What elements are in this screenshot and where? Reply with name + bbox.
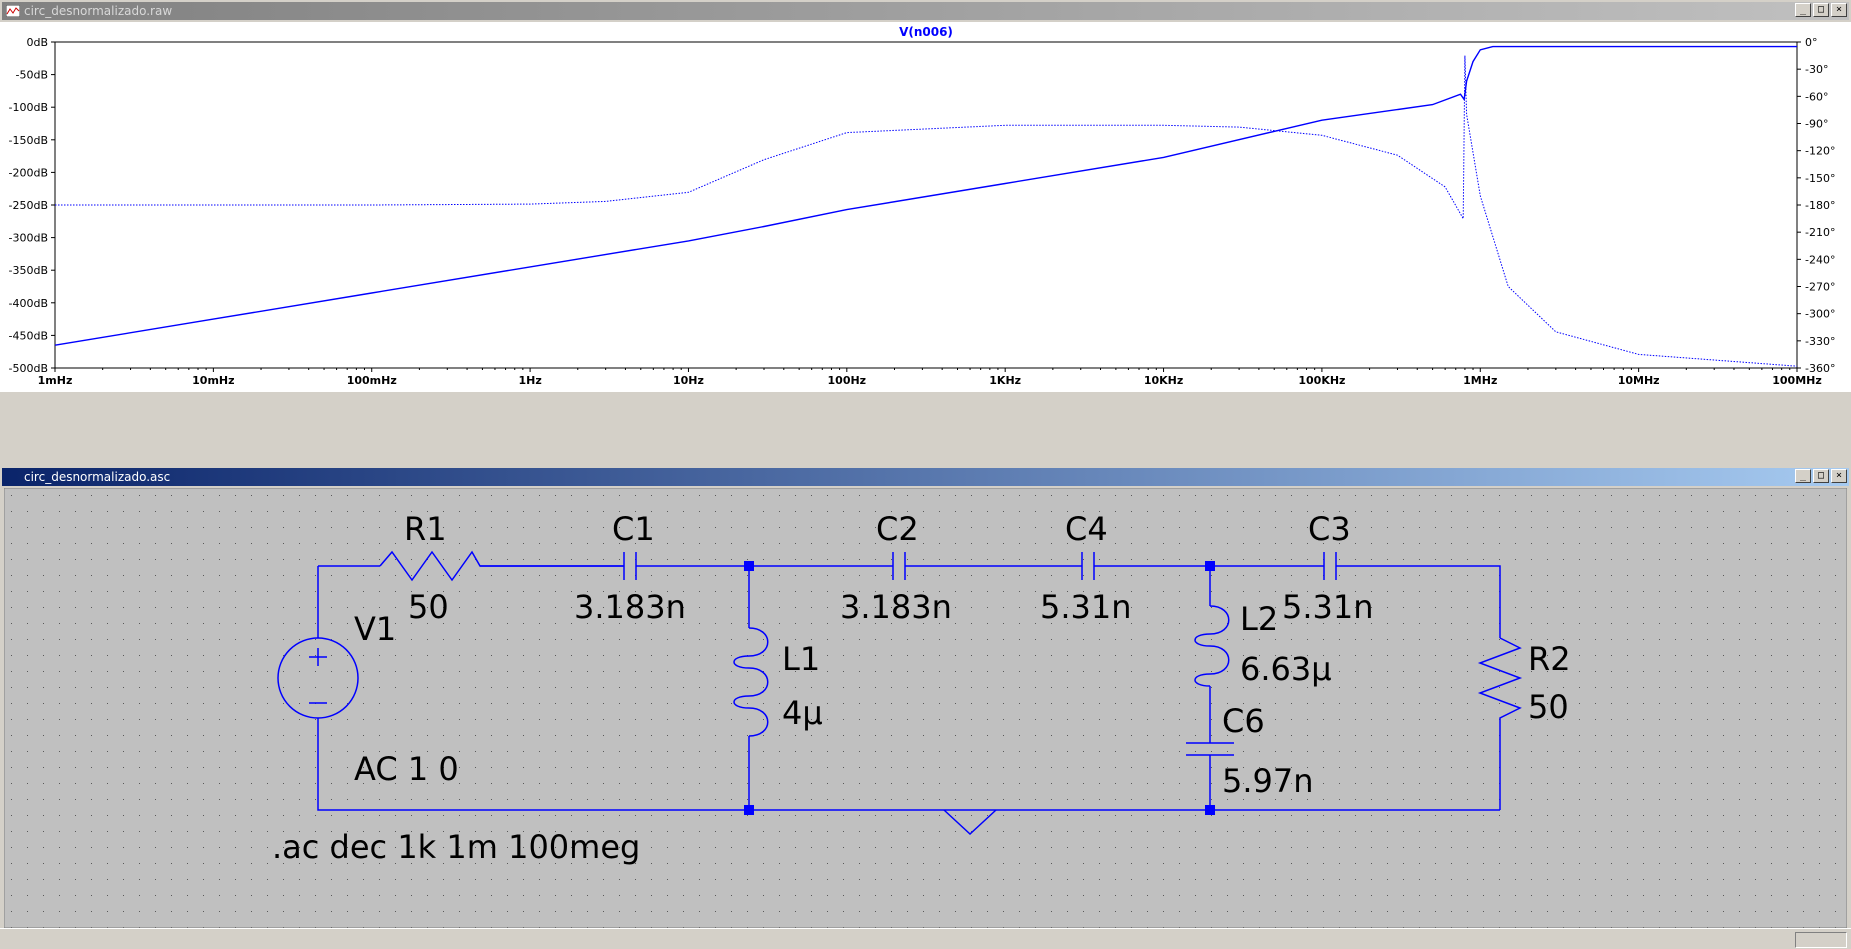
trace-label[interactable]: V(n006) bbox=[899, 25, 953, 39]
spice-directive[interactable]: .ac dec 1k 1m 100meg bbox=[272, 828, 640, 866]
y-right-tick-label: 0° bbox=[1805, 36, 1818, 49]
y-left-tick-label: -100dB bbox=[9, 101, 49, 114]
v1-value[interactable]: AC 1 0 bbox=[354, 750, 459, 788]
c1-label[interactable]: C1 bbox=[612, 510, 655, 548]
y-left-tick-label: 0dB bbox=[26, 36, 48, 49]
waveform-window-title: circ_desnormalizado.raw bbox=[24, 4, 173, 18]
x-tick-label: 10KHz bbox=[1144, 374, 1183, 387]
y-left-tick-label: -400dB bbox=[9, 297, 49, 310]
waveform-window: circ_desnormalizado.raw _ □ × V(n006) 0d… bbox=[0, 0, 1851, 392]
c3-value[interactable]: 5.31n bbox=[1282, 588, 1374, 626]
y-right-tick-label: -120° bbox=[1805, 145, 1835, 158]
status-panel bbox=[1795, 932, 1847, 948]
r2-label[interactable]: R2 bbox=[1528, 640, 1571, 678]
minimize-button[interactable]: _ bbox=[1795, 3, 1811, 17]
y-left-tick-label: -250dB bbox=[9, 199, 49, 212]
c3-label[interactable]: C3 bbox=[1308, 510, 1351, 548]
close-button[interactable]: × bbox=[1831, 469, 1847, 483]
x-tick-label: 1Hz bbox=[518, 374, 541, 387]
y-right-tick-label: -30° bbox=[1805, 63, 1828, 76]
waveform-titlebar[interactable]: circ_desnormalizado.raw _ □ × bbox=[2, 2, 1849, 20]
y-right-tick-label: -210° bbox=[1805, 226, 1835, 239]
junction-dot bbox=[1205, 561, 1215, 571]
y-left-tick-label: -50dB bbox=[16, 69, 49, 82]
y-right-tick-label: -300° bbox=[1805, 308, 1835, 321]
y-right-tick-label: -180° bbox=[1805, 199, 1835, 212]
x-tick-label: 10MHz bbox=[1618, 374, 1660, 387]
c6-value[interactable]: 5.97n bbox=[1222, 762, 1314, 800]
c2-label[interactable]: C2 bbox=[876, 510, 919, 548]
x-tick-label: 100Hz bbox=[828, 374, 867, 387]
l2-label[interactable]: L2 bbox=[1240, 600, 1278, 638]
status-bar bbox=[0, 928, 1851, 949]
x-tick-label: 100mHz bbox=[347, 374, 397, 387]
y-right-tick-label: -60° bbox=[1805, 90, 1828, 103]
minimize-button[interactable]: _ bbox=[1795, 469, 1811, 483]
x-tick-label: 100MHz bbox=[1772, 374, 1822, 387]
v1-label[interactable]: V1 bbox=[354, 610, 396, 648]
c6-label[interactable]: C6 bbox=[1222, 702, 1265, 740]
c4-label[interactable]: C4 bbox=[1065, 510, 1108, 548]
y-right-tick-label: -150° bbox=[1805, 172, 1835, 185]
schematic-window-title: circ_desnormalizado.asc bbox=[24, 470, 171, 484]
y-right-tick-label: -270° bbox=[1805, 281, 1835, 294]
schematic-titlebar[interactable]: circ_desnormalizado.asc _ □ × bbox=[2, 468, 1849, 486]
r1-value[interactable]: 50 bbox=[408, 588, 449, 626]
schematic-window: circ_desnormalizado.asc _ □ × R1 50 C1 3… bbox=[0, 466, 1851, 928]
c2-value[interactable]: 3.183n bbox=[840, 588, 952, 626]
x-tick-label: 100KHz bbox=[1298, 374, 1345, 387]
r1-label[interactable]: R1 bbox=[404, 510, 447, 548]
y-left-tick-label: -300dB bbox=[9, 232, 49, 245]
y-left-tick-label: -150dB bbox=[9, 134, 49, 147]
restore-button[interactable]: □ bbox=[1813, 3, 1829, 17]
y-right-tick-label: -90° bbox=[1805, 118, 1828, 131]
y-right-tick-label: -240° bbox=[1805, 253, 1835, 266]
waveform-app-icon bbox=[6, 5, 20, 17]
restore-button[interactable]: □ bbox=[1813, 469, 1829, 483]
c1-value[interactable]: 3.183n bbox=[574, 588, 686, 626]
close-button[interactable]: × bbox=[1831, 3, 1847, 17]
c4-value[interactable]: 5.31n bbox=[1040, 588, 1132, 626]
y-right-tick-label: -330° bbox=[1805, 335, 1835, 348]
schematic-canvas[interactable]: R1 50 C1 3.183n C2 3.183n C4 5.31n C3 5.… bbox=[4, 488, 1847, 928]
bode-plot[interactable]: V(n006) 0dB -50dB -100dB -150dB -200dB -250dB… bbox=[0, 22, 1851, 392]
x-tick-label: 10Hz bbox=[673, 374, 704, 387]
junction-dot bbox=[744, 561, 754, 571]
x-tick-label: 1KHz bbox=[989, 374, 1021, 387]
y-left-tick-label: -200dB bbox=[9, 166, 49, 179]
y-left-tick-label: -450dB bbox=[9, 329, 49, 342]
junction-dot bbox=[1205, 805, 1215, 815]
l1-value[interactable]: 4µ bbox=[782, 694, 823, 732]
junction-dot bbox=[744, 805, 754, 815]
y-left-tick-label: -350dB bbox=[9, 264, 49, 277]
r2-value[interactable]: 50 bbox=[1528, 688, 1569, 726]
x-tick-label: 1MHz bbox=[1463, 374, 1497, 387]
l1-label[interactable]: L1 bbox=[782, 640, 820, 678]
x-tick-label: 10mHz bbox=[192, 374, 234, 387]
x-tick-label: 1mHz bbox=[38, 374, 73, 387]
l2-value[interactable]: 6.63µ bbox=[1240, 650, 1332, 688]
